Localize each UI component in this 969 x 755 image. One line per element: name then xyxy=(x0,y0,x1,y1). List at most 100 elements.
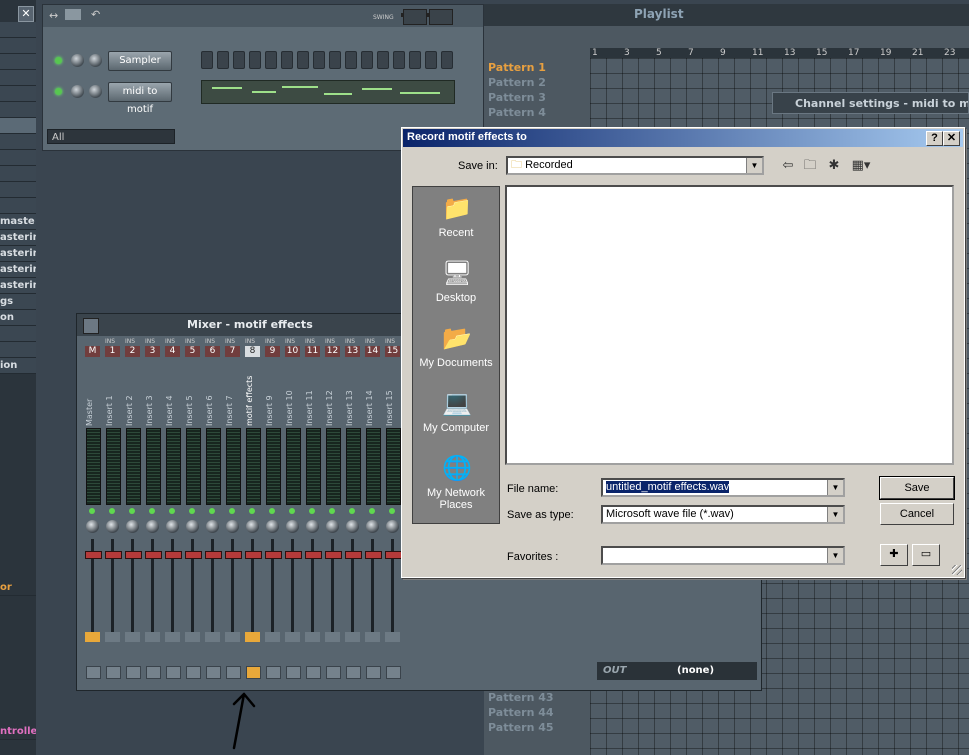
fader-handle[interactable] xyxy=(265,551,282,559)
place-my-network-places[interactable]: 🌐 My Network Places xyxy=(413,451,499,513)
track-number[interactable]: 2 xyxy=(125,346,140,357)
disk-icon[interactable] xyxy=(166,666,181,679)
disk-icon[interactable] xyxy=(126,666,141,679)
fader-handle[interactable] xyxy=(325,551,342,559)
pan-knob[interactable] xyxy=(346,520,359,533)
track-led[interactable] xyxy=(209,508,215,514)
browser-item[interactable]: asterin xyxy=(0,278,36,294)
browser-item[interactable]: on xyxy=(0,310,36,326)
mixer-track[interactable]: INS 1 Insert 1 xyxy=(103,336,122,686)
pattern-item[interactable]: Pattern 4 xyxy=(488,106,546,119)
browser-item[interactable] xyxy=(0,198,36,214)
save-button[interactable]: Save xyxy=(879,476,955,500)
browser-item[interactable] xyxy=(0,326,36,342)
chevron-down-icon[interactable]: ▼ xyxy=(746,158,762,173)
step-button[interactable] xyxy=(265,51,277,69)
track-number[interactable]: 3 xyxy=(145,346,160,357)
track-number[interactable]: 9 xyxy=(265,346,280,357)
mixer-track[interactable]: INS 9 Insert 9 xyxy=(263,336,282,686)
step-button[interactable] xyxy=(393,51,405,69)
pan-knob[interactable] xyxy=(89,85,102,98)
save-in-select[interactable]: 🗀 Recorded ▼ xyxy=(506,156,764,175)
track-led[interactable] xyxy=(369,508,375,514)
send-arrow-icon[interactable] xyxy=(145,632,160,642)
track-led[interactable] xyxy=(169,508,175,514)
disk-icon[interactable] xyxy=(186,666,201,679)
remove-favorite-icon[interactable]: ▭ xyxy=(912,544,940,566)
view-menu-icon[interactable]: ▦▾ xyxy=(848,157,874,175)
disk-icon[interactable] xyxy=(86,666,101,679)
track-number[interactable]: 7 xyxy=(225,346,240,357)
new-folder-icon[interactable]: ✱ xyxy=(824,157,844,175)
track-led[interactable] xyxy=(269,508,275,514)
pan-knob[interactable] xyxy=(126,520,139,533)
browser-item[interactable]: asterin xyxy=(0,246,36,262)
place-recent[interactable]: 📁 Recent xyxy=(413,191,499,253)
mixer-track[interactable]: INS 5 Insert 5 xyxy=(183,336,202,686)
pan-knob[interactable] xyxy=(89,54,102,67)
track-led[interactable] xyxy=(349,508,355,514)
keyboard-icon[interactable] xyxy=(429,9,453,25)
step-button[interactable] xyxy=(297,51,309,69)
browser-item[interactable]: ion xyxy=(0,358,36,374)
track-led[interactable] xyxy=(309,508,315,514)
pan-knob[interactable] xyxy=(226,520,239,533)
move-icon[interactable] xyxy=(83,318,99,334)
dialog-titlebar[interactable]: Record motif effects to ? ✕ xyxy=(403,129,963,147)
pan-knob[interactable] xyxy=(106,520,119,533)
resize-grip-icon[interactable] xyxy=(952,565,962,575)
track-number[interactable]: 5 xyxy=(185,346,200,357)
mixer-track[interactable]: INS 7 Insert 7 xyxy=(223,336,242,686)
fader-handle[interactable] xyxy=(345,551,362,559)
track-led[interactable] xyxy=(189,508,195,514)
disk-icon[interactable] xyxy=(206,666,221,679)
pan-knob[interactable] xyxy=(246,520,259,533)
undo-icon[interactable]: ↶ xyxy=(91,8,100,21)
up-folder-icon[interactable]: 🗀 xyxy=(800,157,820,175)
browser-item[interactable] xyxy=(0,22,36,38)
pattern-item[interactable]: Pattern 44 xyxy=(488,706,554,719)
fader-handle[interactable] xyxy=(165,551,182,559)
step-button[interactable] xyxy=(377,51,389,69)
browser-item[interactable]: or xyxy=(0,580,36,596)
send-arrow-icon[interactable] xyxy=(105,632,120,642)
track-number[interactable]: 6 xyxy=(205,346,220,357)
favorites-select[interactable]: ▼ xyxy=(601,546,845,565)
fader-handle[interactable] xyxy=(245,551,262,559)
disk-icon[interactable] xyxy=(346,666,361,679)
track-led[interactable] xyxy=(289,508,295,514)
fader-handle[interactable] xyxy=(145,551,162,559)
step-button[interactable] xyxy=(441,51,453,69)
file-list[interactable] xyxy=(505,185,954,465)
step-button[interactable] xyxy=(409,51,421,69)
fader-handle[interactable] xyxy=(85,551,102,559)
send-arrow-icon[interactable] xyxy=(325,632,340,642)
step-button[interactable] xyxy=(425,51,437,69)
browser-item[interactable] xyxy=(0,102,36,118)
chevron-down-icon[interactable]: ▼ xyxy=(827,548,843,563)
disk-icon[interactable] xyxy=(306,666,321,679)
pan-knob[interactable] xyxy=(366,520,379,533)
browser-item[interactable] xyxy=(0,118,36,134)
mixer-track[interactable]: INS 12 Insert 12 xyxy=(323,336,342,686)
track-number[interactable]: 1 xyxy=(105,346,120,357)
place-my-computer[interactable]: 💻 My Computer xyxy=(413,386,499,448)
send-arrow-icon[interactable] xyxy=(345,632,360,642)
send-arrow-icon[interactable] xyxy=(165,632,180,642)
step-button[interactable] xyxy=(313,51,325,69)
browser-item[interactable]: asterin xyxy=(0,262,36,278)
browser-item[interactable] xyxy=(0,166,36,182)
track-led[interactable] xyxy=(249,508,255,514)
track-led[interactable] xyxy=(329,508,335,514)
browser-item[interactable] xyxy=(0,38,36,54)
browser-item[interactable] xyxy=(0,54,36,70)
track-led[interactable] xyxy=(229,508,235,514)
mixer-track[interactable]: INS 13 Insert 13 xyxy=(343,336,362,686)
chevron-down-icon[interactable]: ▼ xyxy=(827,480,843,495)
send-arrow-icon[interactable] xyxy=(385,632,400,642)
pan-knob[interactable] xyxy=(166,520,179,533)
cancel-button[interactable]: Cancel xyxy=(880,503,954,525)
mixer-track[interactable]: INS 2 Insert 2 xyxy=(123,336,142,686)
send-arrow-icon[interactable] xyxy=(265,632,280,642)
channel-led[interactable] xyxy=(55,88,62,95)
